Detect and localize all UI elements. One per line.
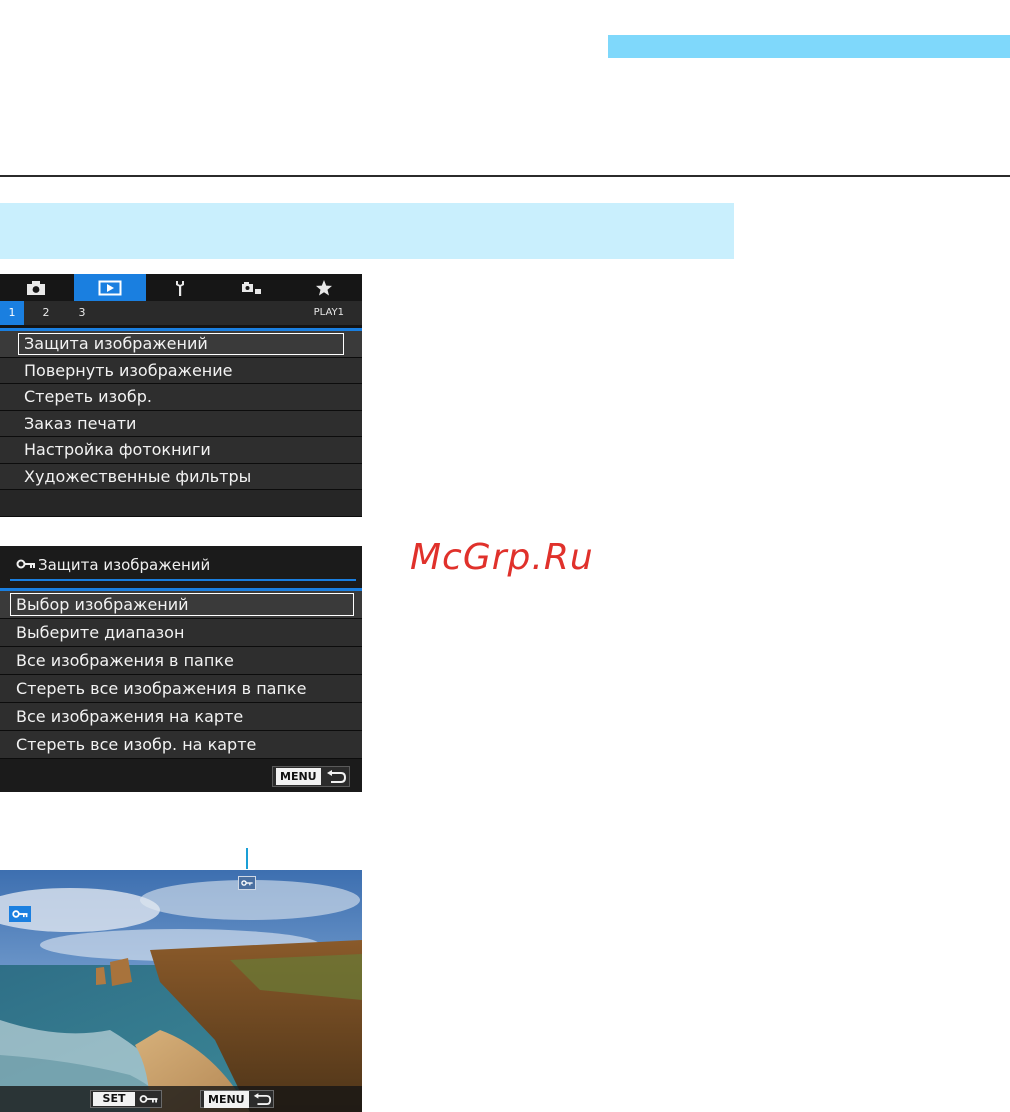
menu-back-button[interactable]: MENU bbox=[200, 1090, 274, 1108]
playback-icon bbox=[98, 280, 122, 295]
tab-label: PLAY1 bbox=[313, 307, 344, 318]
protect-icon-callout bbox=[238, 876, 256, 890]
option-label: Выберите диапазон bbox=[16, 623, 185, 642]
option-all-images-on-card[interactable]: Все изображения на карте bbox=[0, 703, 362, 731]
option-label: Все изображения на карте bbox=[16, 707, 244, 726]
protected-image-preview: SET MENU bbox=[0, 870, 362, 1112]
camera-icon bbox=[27, 280, 45, 295]
subtab-2[interactable]: 2 bbox=[34, 301, 58, 325]
menu-item-empty bbox=[0, 490, 362, 517]
section-heading-band bbox=[0, 203, 734, 259]
menu-tab-bar bbox=[0, 274, 362, 301]
menu-back-button[interactable]: MENU bbox=[272, 766, 350, 787]
option-label: Все изображения в папке bbox=[16, 651, 234, 670]
coastal-photo bbox=[0, 870, 362, 1112]
menu-item-label: Заказ печати bbox=[24, 413, 137, 433]
key-icon bbox=[12, 910, 28, 918]
callout-line bbox=[246, 848, 248, 869]
playback-menu-list: Защита изображений Повернуть изображение… bbox=[0, 331, 362, 517]
selection-frame bbox=[18, 333, 344, 355]
menu-item-label: Стереть изобр. bbox=[24, 387, 152, 406]
option-select-range[interactable]: Выберите диапазон bbox=[0, 619, 362, 647]
set-protect-button[interactable]: SET bbox=[90, 1090, 162, 1108]
header-color-band bbox=[608, 35, 1010, 58]
subtab-1[interactable]: 1 bbox=[0, 301, 24, 325]
tab-custom-functions[interactable] bbox=[226, 274, 278, 301]
menu-subtabs: 1 2 3 PLAY1 bbox=[0, 301, 362, 325]
protect-options-list: Выбор изображений Выберите диапазон Все … bbox=[0, 591, 362, 759]
return-arrow-icon bbox=[326, 769, 346, 783]
playback-menu-screen: 1 2 3 PLAY1 Защита изображений Повернуть… bbox=[0, 274, 362, 517]
option-unprotect-all-in-folder[interactable]: Стереть все изображения в папке bbox=[0, 675, 362, 703]
key-icon bbox=[16, 559, 35, 569]
tab-playback[interactable] bbox=[74, 274, 146, 301]
screen-title-bar: Защита изображений bbox=[0, 546, 362, 584]
protect-images-screen: Защита изображений Выбор изображений Выб… bbox=[0, 546, 362, 792]
tab-shooting[interactable] bbox=[10, 274, 62, 301]
menu-item-print-order[interactable]: Заказ печати bbox=[0, 410, 362, 437]
menu-item-rotate-image[interactable]: Повернуть изображение bbox=[0, 357, 362, 384]
subtab-3[interactable]: 3 bbox=[70, 301, 94, 325]
key-icon bbox=[241, 880, 253, 886]
option-unprotect-all-on-card[interactable]: Стереть все изобр. на карте bbox=[0, 731, 362, 759]
header-rule bbox=[0, 175, 1010, 177]
menu-item-photobook-setup[interactable]: Настройка фотокниги bbox=[0, 437, 362, 464]
menu-item-label: Настройка фотокниги bbox=[24, 440, 211, 459]
menu-label: MENU bbox=[276, 768, 321, 785]
title-underline bbox=[10, 579, 356, 581]
image-bottom-bar: SET MENU bbox=[0, 1086, 362, 1112]
key-icon bbox=[139, 1095, 158, 1103]
watermark: McGrp.Ru bbox=[410, 537, 594, 578]
menu-label: MENU bbox=[204, 1090, 249, 1108]
selection-frame bbox=[10, 593, 354, 616]
option-select-images[interactable]: Выбор изображений bbox=[0, 591, 362, 619]
option-label: Стереть все изобр. на карте bbox=[16, 735, 257, 754]
tab-my-menu[interactable] bbox=[298, 274, 350, 301]
menu-item-creative-filters[interactable]: Художественные фильтры bbox=[0, 463, 362, 490]
menu-item-label: Повернуть изображение bbox=[24, 360, 233, 380]
set-label: SET bbox=[93, 1092, 135, 1106]
tab-setup[interactable] bbox=[154, 274, 206, 301]
protect-status-icon bbox=[9, 906, 31, 922]
option-label: Стереть все изображения в папке bbox=[16, 679, 307, 698]
star-icon bbox=[316, 279, 332, 295]
option-all-images-in-folder[interactable]: Все изображения в папке bbox=[0, 647, 362, 675]
menu-item-erase-images[interactable]: Стереть изобр. bbox=[0, 384, 362, 411]
custom-functions-icon bbox=[242, 281, 261, 294]
menu-item-label: Художественные фильтры bbox=[24, 466, 252, 486]
wrench-icon bbox=[176, 280, 184, 296]
menu-item-protect-images[interactable]: Защита изображений bbox=[0, 331, 362, 358]
return-arrow-icon bbox=[253, 1092, 271, 1105]
